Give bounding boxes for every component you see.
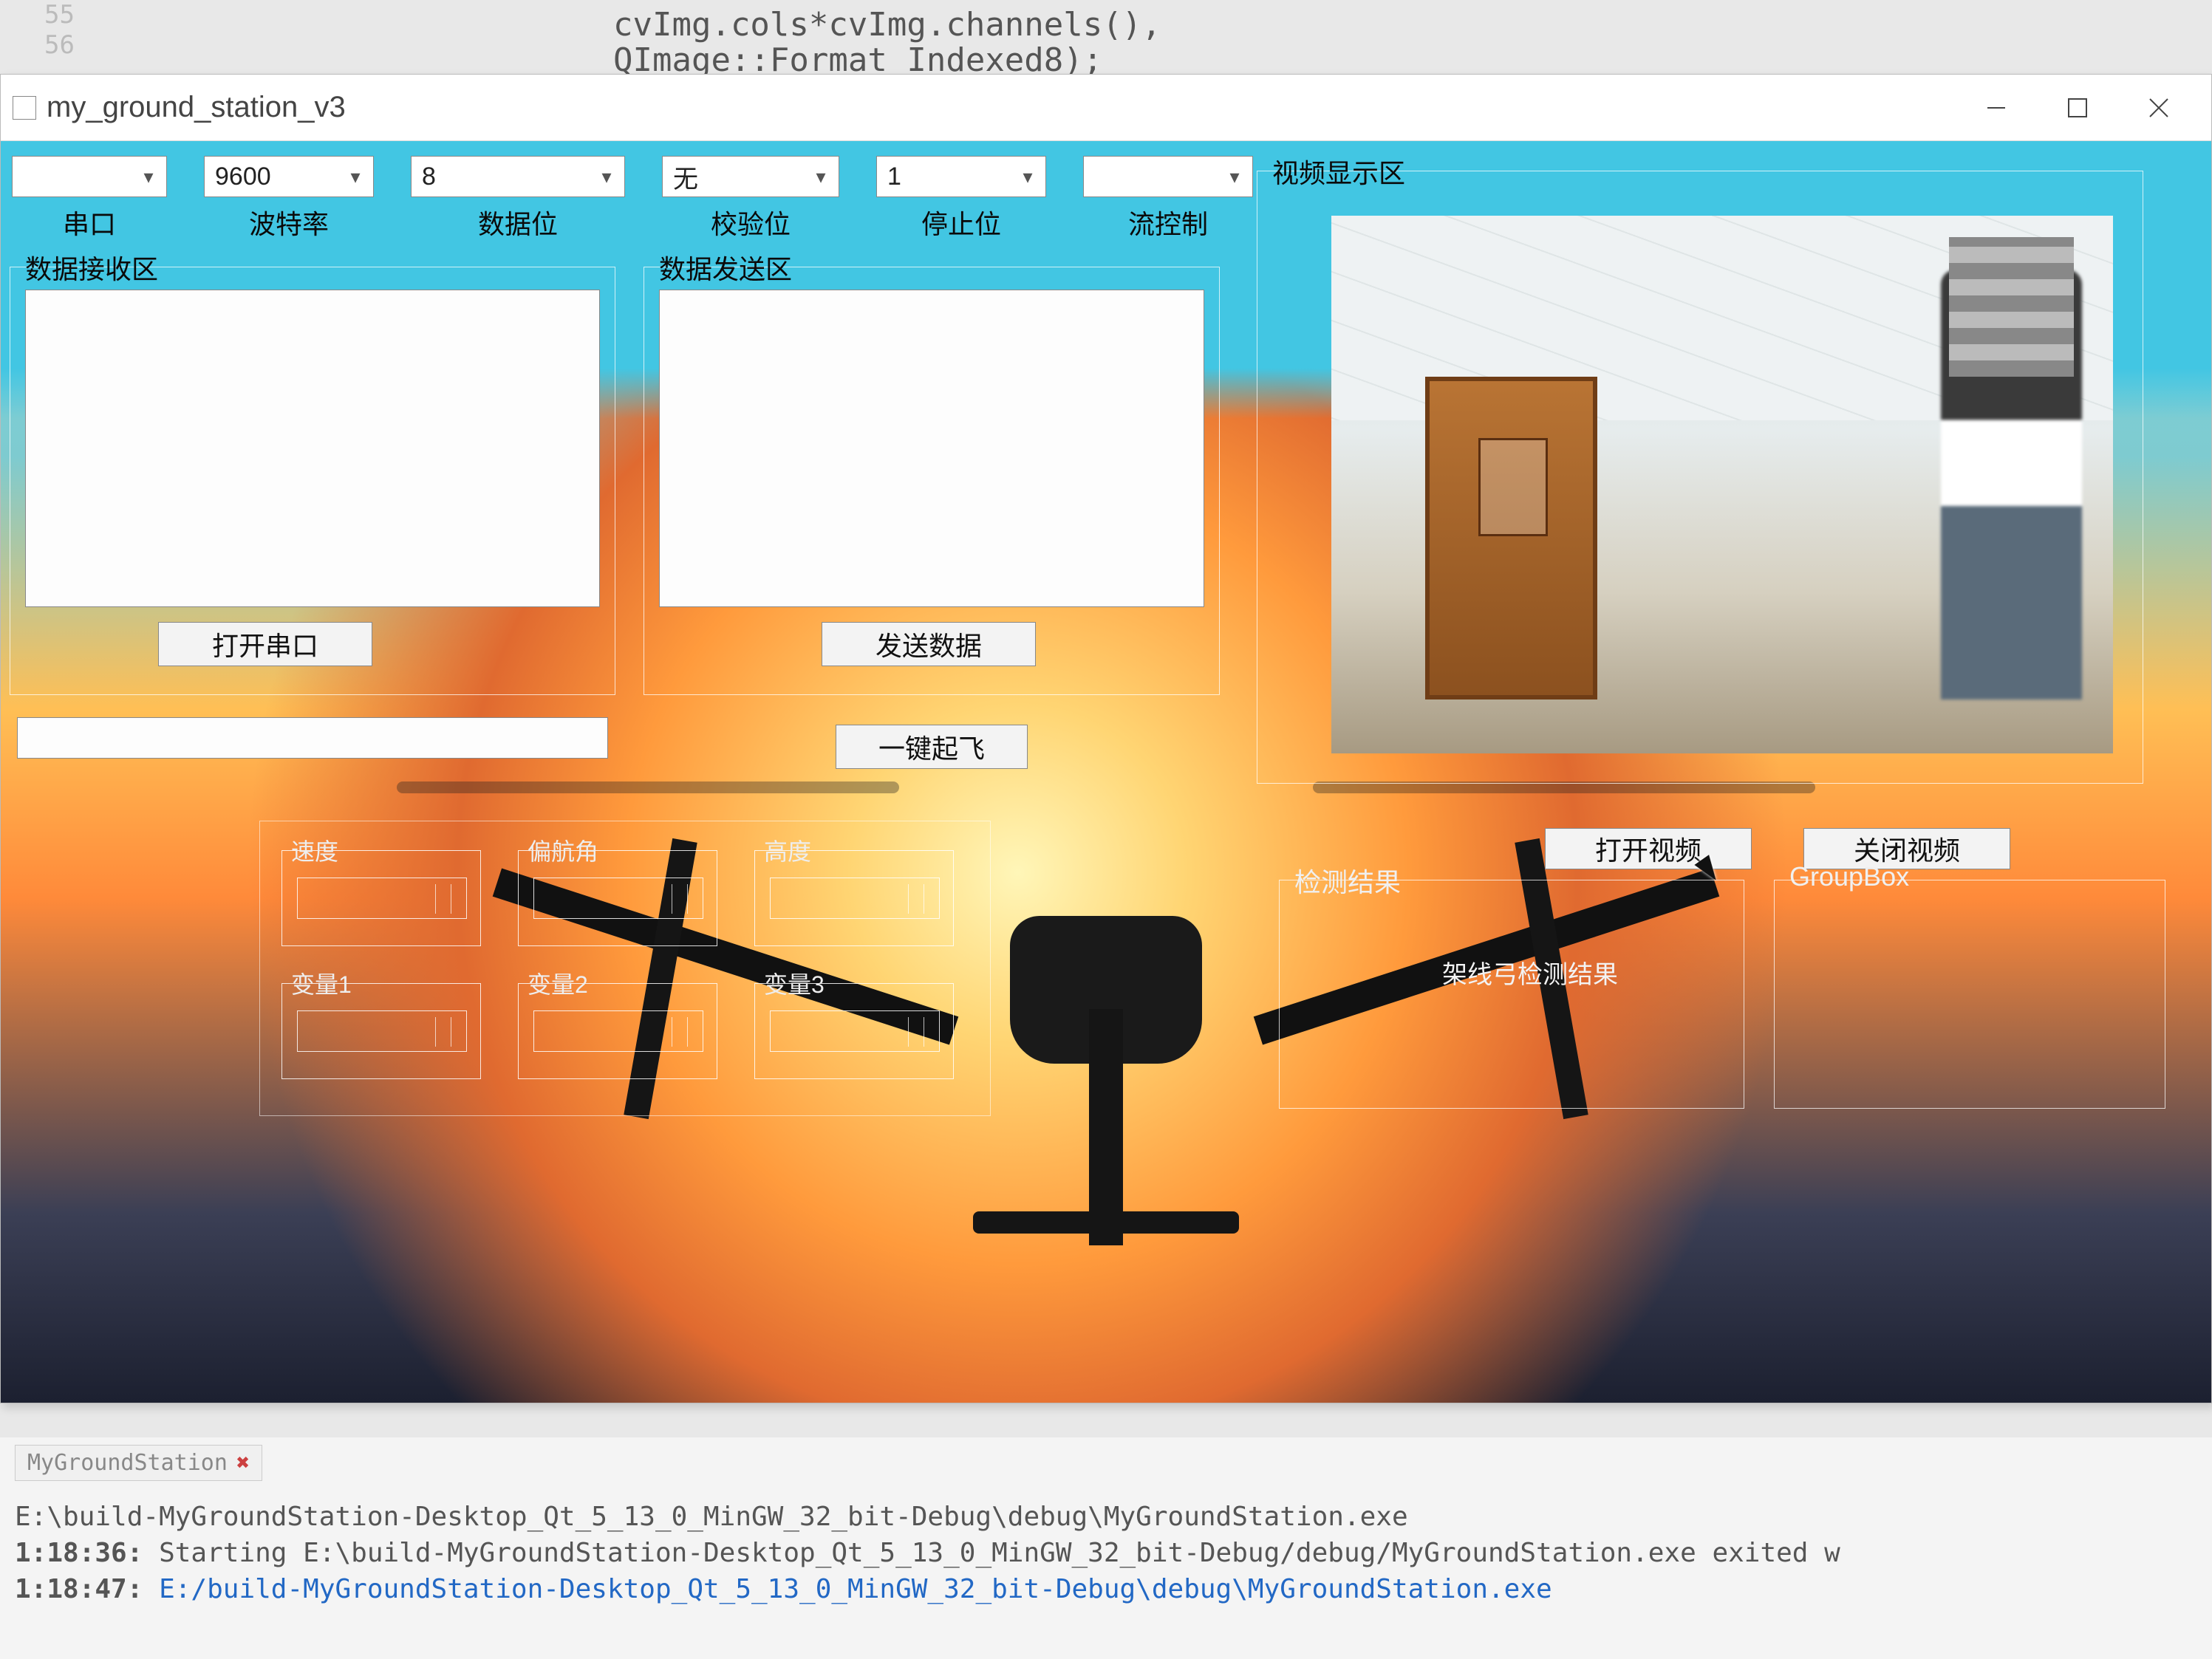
baud-combo[interactable]: 9600▾ [204, 156, 374, 197]
port-combo[interactable]: ▾ [12, 156, 167, 197]
generic-groupbox-caption: GroupBox [1785, 861, 1914, 892]
ide-output-line: 1:18:36: Starting E:\build-MyGroundStati… [15, 1538, 2197, 1568]
chevron-down-icon: ▾ [1224, 165, 1245, 188]
ide-output-line: 1:18:47: E:/build-MyGroundStation-Deskto… [15, 1574, 2197, 1604]
generic-groupbox: GroupBox [1774, 880, 2165, 1109]
ide-line-numbers: 55 56 [44, 0, 75, 61]
parity-label: 校验位 [711, 203, 791, 242]
chevron-down-icon: ▾ [345, 165, 366, 188]
baud-label: 波特率 [249, 203, 329, 242]
ide-output-panel: MyGroundStation✖ E:\build-MyGroundStatio… [0, 1437, 2212, 1659]
recv-textarea[interactable] [25, 290, 600, 607]
ground-station-window: my_ground_station_v3 ▾ [0, 74, 2212, 1403]
recv-lineedit[interactable] [17, 717, 608, 759]
open-video-button[interactable]: 打开视频 [1545, 828, 1752, 869]
chevron-down-icon: ▾ [1017, 165, 1038, 188]
send-group: 数据发送区 发送数据 [644, 267, 1220, 695]
video-feed [1331, 216, 2113, 753]
takeoff-button[interactable]: 一键起飞 [836, 725, 1028, 769]
recv-group: 数据接收区 打开串口 [10, 267, 615, 695]
recv-caption: 数据接收区 [21, 248, 163, 287]
ide-code-snippet: cvImg.cols*cvImg.channels(), QImage::For… [613, 7, 1161, 79]
chevron-down-icon: ▾ [810, 165, 831, 188]
stopbits-label: 停止位 [921, 203, 1001, 242]
parity-combo[interactable]: 无▾ [662, 156, 839, 197]
app-icon [13, 96, 36, 120]
minimize-button[interactable] [1956, 82, 2037, 134]
video-group: 视频显示区 [1257, 171, 2143, 784]
send-textarea[interactable] [659, 290, 1204, 607]
ide-tab[interactable]: MyGroundStation✖ [15, 1445, 262, 1481]
close-button[interactable] [2118, 82, 2199, 134]
open-port-button[interactable]: 打开串口 [158, 622, 372, 666]
flow-combo[interactable]: ▾ [1083, 156, 1253, 197]
send-data-button[interactable]: 发送数据 [822, 622, 1036, 666]
flow-label: 流控制 [1128, 203, 1208, 242]
video-caption: 视频显示区 [1268, 152, 1410, 191]
telemetry-frame [259, 821, 991, 1116]
titlebar: my_ground_station_v3 [1, 75, 2211, 141]
close-icon[interactable]: ✖ [236, 1450, 250, 1476]
chevron-down-icon: ▾ [138, 165, 159, 188]
client-area: ▾ 串口 9600▾ 波特率 8▾ 数据位 无▾ 校验位 [1, 141, 2211, 1403]
ide-output-line: E:\build-MyGroundStation-Desktop_Qt_5_13… [15, 1502, 2197, 1532]
window-title: my_ground_station_v3 [47, 91, 346, 124]
detection-caption: 检测结果 [1290, 861, 1405, 900]
chevron-down-icon: ▾ [596, 165, 617, 188]
serial-settings: ▾ 串口 9600▾ 波特率 8▾ 数据位 无▾ 校验位 [12, 156, 1253, 242]
face-pixelation [1949, 237, 2074, 377]
port-label: 串口 [63, 203, 116, 242]
databits-label: 数据位 [478, 203, 558, 242]
stopbits-combo[interactable]: 1▾ [876, 156, 1046, 197]
detection-group: 检测结果 架线弓检测结果 [1279, 880, 1744, 1109]
databits-combo[interactable]: 8▾ [411, 156, 625, 197]
maximize-button[interactable] [2037, 82, 2118, 134]
bow-detection-label: 架线弓检测结果 [1442, 954, 1618, 991]
send-caption: 数据发送区 [655, 248, 796, 287]
